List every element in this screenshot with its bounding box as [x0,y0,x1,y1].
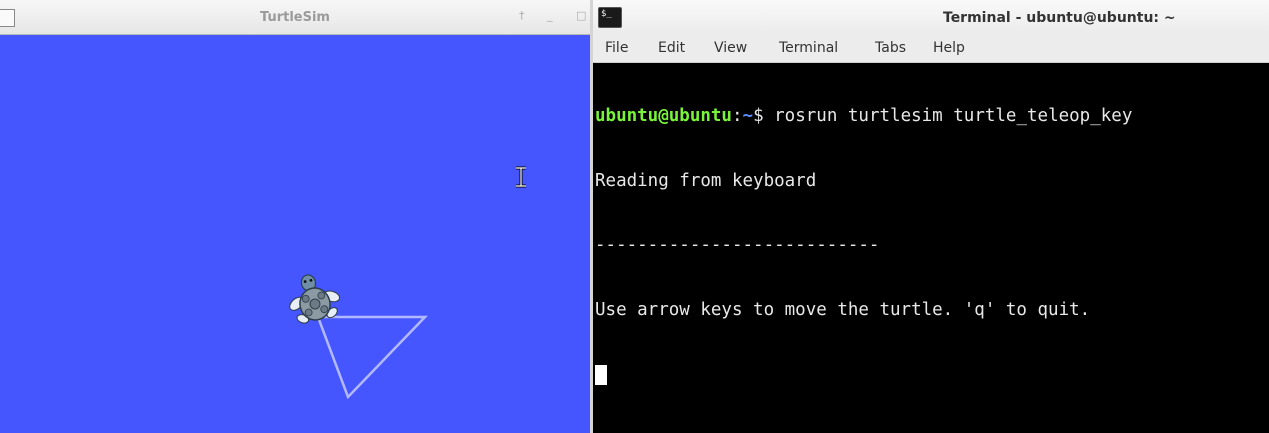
terminal-icon[interactable]: $_ [598,7,622,28]
prompt-user: ubuntu@ubuntu [595,106,732,126]
terminal-title: Terminal - ubuntu@ubuntu: ~ [943,10,1176,26]
output-line: Use arrow keys to move the turtle. 'q' t… [595,299,1091,320]
terminal-output[interactable]: ubuntu@ubuntu:~$ rosrun turtlesim turtle… [595,63,1269,433]
command-text: rosrun turtlesim turtle_teleop_key [774,106,1133,126]
canvas-background [0,35,590,433]
pin-icon[interactable]: † [519,9,525,23]
menu-help[interactable]: Help [933,40,965,56]
maximize-button[interactable]: □ [576,9,586,23]
terminal-cursor [595,365,607,385]
menu-edit[interactable]: Edit [658,40,685,56]
minimize-button[interactable]: _ [547,9,553,23]
text-cursor-icon [516,166,526,188]
input-line[interactable] [595,364,1269,386]
menu-terminal[interactable]: Terminal [779,40,838,56]
terminal-menubar: File Edit View Terminal Tabs Help [593,35,1269,63]
turtlesim-canvas [0,35,590,433]
command-line: ubuntu@ubuntu:~$ rosrun turtlesim turtle… [595,106,1269,128]
turtlesim-titlebar[interactable]: TurtleSim † _ □ [0,0,590,35]
output-line: --------------------------- [595,235,880,255]
turtlesim-title: TurtleSim [260,10,330,25]
menu-tabs[interactable]: Tabs [875,40,906,56]
terminal-titlebar[interactable]: $_ Terminal - ubuntu@ubuntu: ~ [593,0,1269,35]
prompt-symbol: $ [753,106,775,126]
turtlesim-window[interactable]: TurtleSim † _ □ [0,0,590,433]
menu-view[interactable]: View [714,40,747,56]
prompt-path: ~ [742,106,754,126]
menu-file[interactable]: File [605,40,628,56]
terminal-window[interactable]: $_ Terminal - ubuntu@ubuntu: ~ File Edit… [590,0,1269,433]
prompt-separator: : [731,106,743,126]
output-line: Reading from keyboard [595,170,817,191]
